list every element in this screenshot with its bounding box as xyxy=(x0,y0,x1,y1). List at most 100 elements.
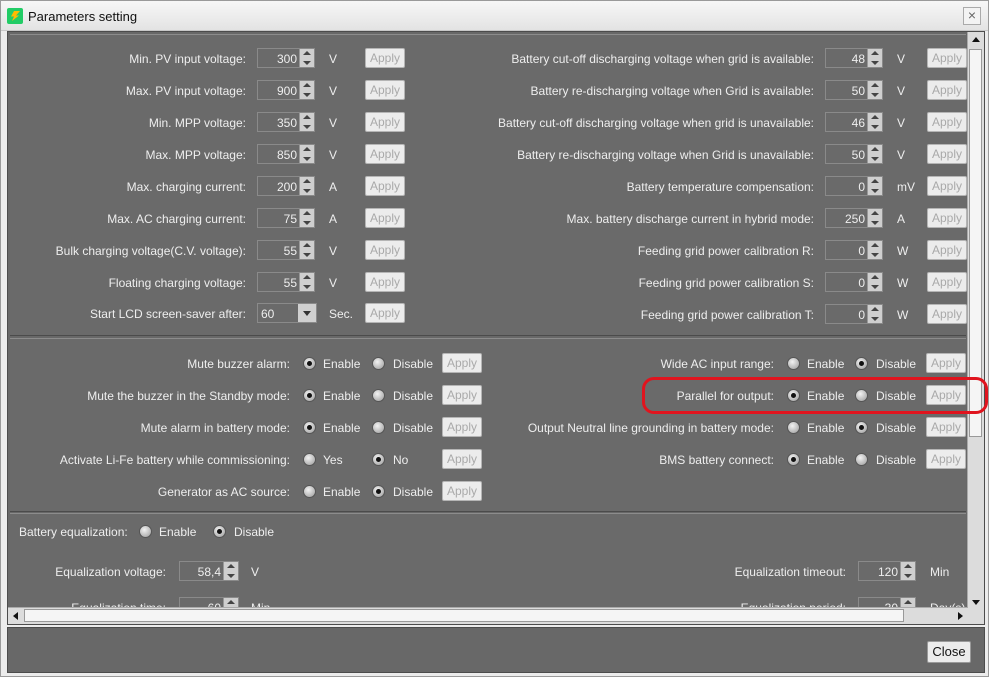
option2-radio[interactable] xyxy=(372,421,385,434)
spinner-arrows-icon[interactable] xyxy=(299,81,314,99)
value-spinner[interactable]: 350 xyxy=(257,112,315,132)
equalization-voltage-spinner[interactable]: 58,4 xyxy=(179,561,239,581)
spinner-arrows-icon[interactable] xyxy=(299,273,314,291)
spinner-arrows-icon[interactable] xyxy=(867,241,882,259)
spinner-arrows-icon[interactable] xyxy=(867,113,882,131)
spinner-arrows-icon[interactable] xyxy=(867,145,882,163)
apply-button[interactable]: Apply xyxy=(365,48,405,68)
option2-radio[interactable] xyxy=(372,453,385,466)
value-spinner[interactable]: 0 xyxy=(825,272,883,292)
option2-radio[interactable] xyxy=(855,421,868,434)
apply-button[interactable]: Apply xyxy=(927,48,967,68)
spinner-arrows-icon[interactable] xyxy=(299,145,314,163)
spinner-arrows-icon[interactable] xyxy=(867,209,882,227)
spinner-arrows-icon[interactable] xyxy=(900,562,915,580)
unit-label: A xyxy=(329,180,338,194)
option2-radio[interactable] xyxy=(372,485,385,498)
screensaver-unit: Sec. xyxy=(329,307,354,321)
option2-radio[interactable] xyxy=(372,357,385,370)
unit-label: V xyxy=(329,276,338,290)
spinner-value: 0 xyxy=(858,276,865,290)
spinner-arrows-icon[interactable] xyxy=(867,177,882,195)
scroll-right-icon[interactable] xyxy=(953,609,967,623)
horizontal-scrollbar[interactable] xyxy=(8,607,968,624)
screensaver-label: Start LCD screen-saver after: xyxy=(89,307,246,321)
option2-radio[interactable] xyxy=(372,389,385,402)
scroll-left-icon[interactable] xyxy=(9,609,23,623)
apply-button[interactable]: Apply xyxy=(365,272,405,292)
title-bar: Parameters setting × xyxy=(1,1,988,31)
equalization-disable-radio[interactable] xyxy=(213,525,226,538)
screensaver-dropdown[interactable]: 60 xyxy=(257,303,317,323)
value-spinner[interactable]: 46 xyxy=(825,112,883,132)
value-spinner[interactable]: 75 xyxy=(257,208,315,228)
value-spinner[interactable]: 0 xyxy=(825,176,883,196)
apply-button[interactable]: Apply xyxy=(926,449,966,469)
value-spinner[interactable]: 0 xyxy=(825,240,883,260)
apply-button[interactable]: Apply xyxy=(927,304,967,324)
scroll-down-icon[interactable] xyxy=(969,595,983,609)
horizontal-scroll-thumb[interactable] xyxy=(24,609,904,622)
option1-radio[interactable] xyxy=(787,357,800,370)
value-spinner[interactable]: 300 xyxy=(257,48,315,68)
value-spinner[interactable]: 200 xyxy=(257,176,315,196)
value-spinner[interactable]: 850 xyxy=(257,144,315,164)
apply-button[interactable]: Apply xyxy=(927,272,967,292)
option1-radio[interactable] xyxy=(303,357,316,370)
apply-button[interactable]: Apply xyxy=(927,240,967,260)
screensaver-apply-button[interactable]: Apply xyxy=(365,303,405,323)
apply-button[interactable]: Apply xyxy=(365,208,405,228)
spinner-arrows-icon[interactable] xyxy=(299,113,314,131)
option1-radio[interactable] xyxy=(303,421,316,434)
apply-button[interactable]: Apply xyxy=(927,208,967,228)
vertical-scrollbar[interactable] xyxy=(967,32,984,610)
option1-radio[interactable] xyxy=(303,485,316,498)
option1-radio[interactable] xyxy=(303,389,316,402)
close-button[interactable]: Close xyxy=(927,641,971,663)
value-spinner[interactable]: 0 xyxy=(825,304,883,324)
spinner-arrows-icon[interactable] xyxy=(299,177,314,195)
equalization-enable-radio[interactable] xyxy=(139,525,152,538)
value-spinner[interactable]: 900 xyxy=(257,80,315,100)
value-spinner[interactable]: 50 xyxy=(825,144,883,164)
apply-button[interactable]: Apply xyxy=(926,417,966,437)
apply-button[interactable]: Apply xyxy=(365,144,405,164)
scroll-up-icon[interactable] xyxy=(969,33,983,47)
spinner-arrows-icon[interactable] xyxy=(299,241,314,259)
settings-scroll-area[interactable]: Min. PV input voltage: 300 V Apply Max. PV i… xyxy=(7,31,985,625)
setting-label: Battery re-discharging voltage when Grid… xyxy=(517,148,814,162)
apply-button[interactable]: Apply xyxy=(365,176,405,196)
value-spinner[interactable]: 250 xyxy=(825,208,883,228)
option1-label: Enable xyxy=(323,485,361,499)
apply-button[interactable]: Apply xyxy=(926,353,966,373)
equalization-timeout-spinner[interactable]: 120 xyxy=(858,561,916,581)
apply-button[interactable]: Apply xyxy=(927,80,967,100)
spinner-arrows-icon[interactable] xyxy=(867,273,882,291)
apply-button[interactable]: Apply xyxy=(365,80,405,100)
value-spinner[interactable]: 48 xyxy=(825,48,883,68)
setting-label: Max. battery discharge current in hybrid… xyxy=(566,212,814,226)
option1-radio[interactable] xyxy=(787,421,800,434)
value-spinner[interactable]: 55 xyxy=(257,272,315,292)
window-close-icon[interactable]: × xyxy=(963,7,981,25)
option2-radio[interactable] xyxy=(855,357,868,370)
spinner-arrows-icon[interactable] xyxy=(867,49,882,67)
spinner-arrows-icon[interactable] xyxy=(223,562,238,580)
apply-button[interactable]: Apply xyxy=(927,176,967,196)
apply-button[interactable]: Apply xyxy=(365,240,405,260)
chevron-down-icon[interactable] xyxy=(298,304,316,322)
spinner-arrows-icon[interactable] xyxy=(867,81,882,99)
spinner-arrows-icon[interactable] xyxy=(299,209,314,227)
apply-button[interactable]: Apply xyxy=(442,481,482,501)
spinner-arrows-icon[interactable] xyxy=(867,305,882,323)
toggle-label: Output Neutral line grounding in battery… xyxy=(527,421,774,435)
option1-radio[interactable] xyxy=(787,453,800,466)
apply-button[interactable]: Apply xyxy=(927,144,967,164)
option2-radio[interactable] xyxy=(855,453,868,466)
value-spinner[interactable]: 50 xyxy=(825,80,883,100)
option1-radio[interactable] xyxy=(303,453,316,466)
spinner-arrows-icon[interactable] xyxy=(299,49,314,67)
apply-button[interactable]: Apply xyxy=(365,112,405,132)
value-spinner[interactable]: 55 xyxy=(257,240,315,260)
apply-button[interactable]: Apply xyxy=(927,112,967,132)
